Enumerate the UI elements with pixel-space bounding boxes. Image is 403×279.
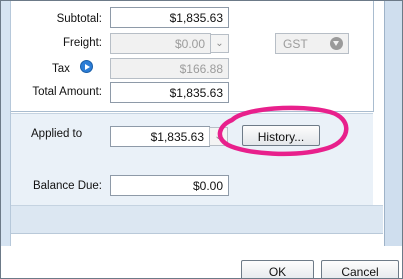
- sales-totals-window: Subtotal: $1,835.63 Freight: $0.00 ⌄ GST…: [0, 0, 403, 279]
- window-frame: [0, 0, 403, 279]
